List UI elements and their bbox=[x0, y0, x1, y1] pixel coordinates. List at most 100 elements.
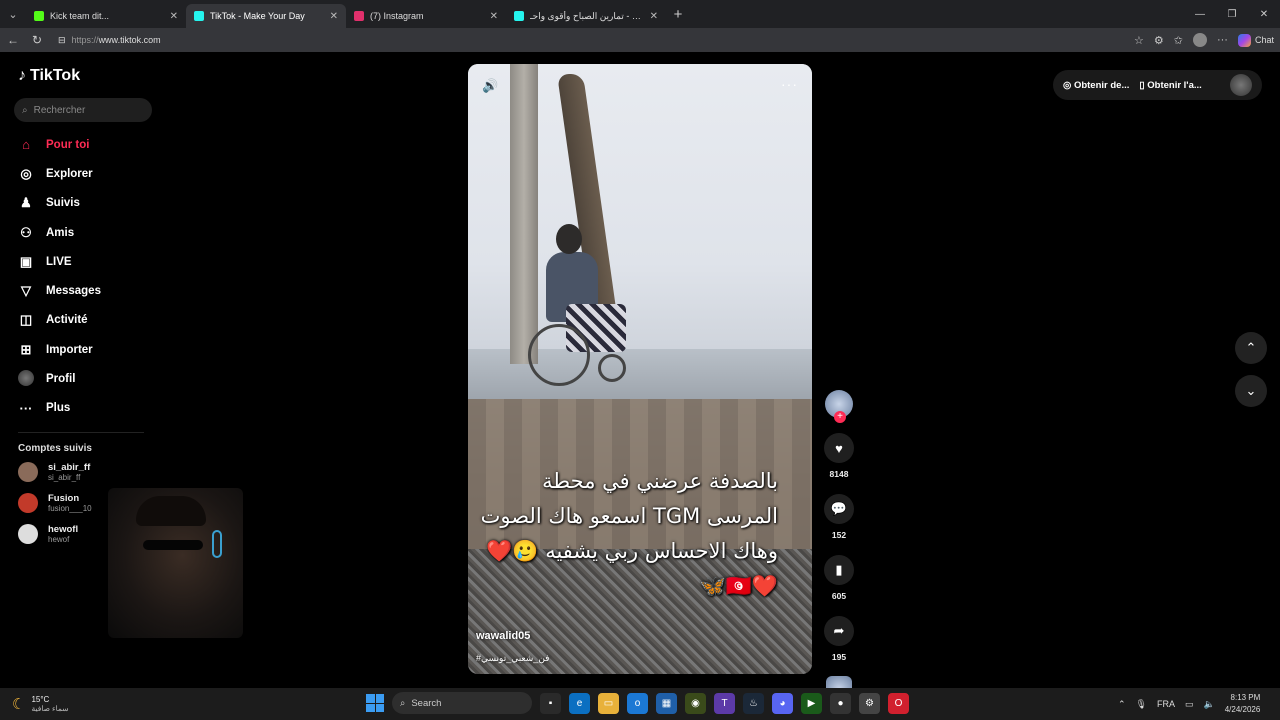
tray-overflow-icon[interactable]: ⌃ bbox=[1118, 699, 1126, 710]
favorites-icon[interactable]: ✩ bbox=[1174, 34, 1183, 47]
comment-icon[interactable]: 💬 bbox=[824, 494, 854, 524]
previous-video-button[interactable]: ⌃ bbox=[1235, 332, 1267, 364]
volume-icon[interactable]: 🔈 bbox=[1204, 699, 1215, 710]
extensions-icon[interactable]: ⚙ bbox=[1154, 34, 1164, 47]
comment-action[interactable]: 💬 152 bbox=[822, 494, 856, 540]
input-language[interactable]: FRA bbox=[1157, 699, 1175, 709]
nav-label: Importer bbox=[46, 343, 93, 356]
nav-item-live[interactable]: ▣ LIVE bbox=[18, 247, 101, 276]
back-icon[interactable]: ← bbox=[6, 33, 20, 47]
tab-close-icon[interactable]: ✕ bbox=[650, 11, 658, 22]
home-icon: ⌂ bbox=[22, 137, 30, 153]
task-view-icon[interactable]: ▪ bbox=[540, 692, 561, 714]
start-icon[interactable] bbox=[366, 694, 384, 712]
follow-plus-icon[interactable]: + bbox=[834, 411, 846, 423]
followed-account[interactable]: si_abir_ff si_abir_ff bbox=[18, 462, 90, 482]
share-icon[interactable]: ➦ bbox=[824, 616, 854, 646]
sidebar-divider bbox=[18, 432, 144, 433]
browser-tab[interactable]: Kick team dit... ✕ bbox=[26, 4, 186, 28]
nav-item-activit[interactable]: ◫ Activité bbox=[18, 306, 101, 335]
nav-item-amis[interactable]: ⚇ Amis bbox=[18, 218, 101, 247]
nav-item-importer[interactable]: ⊞ Importer bbox=[18, 335, 101, 364]
tiktok-note-icon: ♪ bbox=[18, 67, 26, 84]
browser-tab[interactable]: باشا البلد - تمارين الصباح وأقوى واحـ ✕ bbox=[506, 4, 666, 28]
account-avatar bbox=[18, 524, 38, 544]
video-player[interactable]: 🔊 ··· بالصدفة عرضني في محطة المرسى TGM ا… bbox=[468, 64, 812, 674]
creator-avatar[interactable]: + bbox=[825, 390, 853, 423]
discord-icon[interactable]: ◕ bbox=[772, 692, 793, 714]
xbox-icon[interactable]: ◉ bbox=[685, 692, 706, 714]
user-follow-icon: ♟ bbox=[20, 195, 32, 211]
clock[interactable]: 8:13 PM 4/24/2026 bbox=[1225, 692, 1261, 716]
copilot-chat-button[interactable]: Chat bbox=[1237, 33, 1274, 47]
next-video-button[interactable]: ⌄ bbox=[1235, 375, 1267, 407]
restore-icon[interactable]: ❐ bbox=[1216, 0, 1248, 28]
browser-tab[interactable]: (7) Instagram ✕ bbox=[346, 4, 506, 28]
save-action[interactable]: ▮ 605 bbox=[822, 555, 856, 601]
followed-account[interactable]: hewofl hewof bbox=[18, 524, 78, 544]
user-avatar[interactable] bbox=[1230, 74, 1252, 96]
weather-widget[interactable]: ☾ 15°C سماء صافية bbox=[12, 695, 69, 713]
logo-text: TikTok bbox=[30, 67, 81, 84]
video-actions: + ♥ 8148 💬 152 ▮ 605 ➦ 195 bbox=[822, 390, 856, 702]
tab-close-icon[interactable]: ✕ bbox=[490, 11, 498, 22]
video-hashtag[interactable]: #فن_شعبي_تونسي bbox=[476, 653, 549, 664]
favorite-star-icon[interactable]: ☆ bbox=[1134, 34, 1144, 47]
tab-close-icon[interactable]: ✕ bbox=[330, 11, 338, 22]
live-icon: ▣ bbox=[19, 253, 33, 269]
tab-title: Kick team dit... bbox=[50, 11, 110, 21]
minimize-icon[interactable]: — bbox=[1184, 0, 1216, 28]
bookmark-icon[interactable]: ▮ bbox=[824, 555, 854, 585]
get-app-button[interactable]: ▯ Obtenir l'a... bbox=[1139, 80, 1201, 91]
store-icon[interactable]: ▦ bbox=[656, 692, 677, 714]
edge-icon[interactable]: e bbox=[569, 692, 590, 714]
heart-icon[interactable]: ♥ bbox=[824, 433, 854, 463]
webcam-glasses bbox=[143, 540, 203, 550]
settings-icon[interactable]: ⚙ bbox=[859, 692, 880, 714]
video-more-icon[interactable]: ··· bbox=[781, 76, 798, 92]
get-coins-button[interactable]: ◎ Obtenir de... bbox=[1063, 80, 1129, 91]
steam-icon[interactable]: ♨ bbox=[743, 692, 764, 714]
nav-item-messages[interactable]: ▽ Messages bbox=[18, 276, 101, 305]
browser-menu-icon[interactable]: ··· bbox=[1217, 34, 1228, 46]
nav-item-suivis[interactable]: ♟ Suivis bbox=[18, 189, 101, 218]
obs-icon[interactable]: ● bbox=[830, 692, 851, 714]
url-field[interactable]: ⊟ https://www.tiktok.com bbox=[54, 31, 1124, 49]
browser-profile-avatar[interactable] bbox=[1192, 33, 1207, 47]
video-person bbox=[528, 224, 638, 394]
nav-item-profil[interactable]: Profil bbox=[18, 364, 101, 393]
nav-item-pourtoi[interactable]: ⌂ Pour toi bbox=[18, 130, 101, 159]
tab-actions-menu[interactable]: ⌄ bbox=[0, 0, 26, 28]
search-input[interactable]: ⌕ Rechercher bbox=[14, 98, 152, 122]
account-name: hewofl bbox=[48, 524, 79, 535]
like-action[interactable]: ♥ 8148 bbox=[822, 433, 856, 479]
microphone-icon[interactable]: 🎙 bbox=[1136, 699, 1147, 710]
share-action[interactable]: ➦ 195 bbox=[822, 616, 856, 662]
tab-close-icon[interactable]: ✕ bbox=[170, 11, 178, 22]
volume-icon[interactable]: 🔊 bbox=[482, 78, 498, 94]
nvidia-icon[interactable]: ▶ bbox=[801, 692, 822, 714]
comment-count: 152 bbox=[831, 530, 847, 540]
weather-description: سماء صافية bbox=[31, 704, 69, 713]
close-window-icon[interactable]: ✕ bbox=[1248, 0, 1280, 28]
address-bar: ← ↻ ⊟ https://www.tiktok.com ☆ ⚙ ✩ ··· C… bbox=[0, 28, 1280, 52]
new-tab-button[interactable]: + bbox=[666, 6, 690, 23]
tiktok-logo[interactable]: ♪ TikTok bbox=[18, 67, 80, 85]
clock-time: 8:13 PM bbox=[1230, 693, 1261, 702]
search-icon: ⌕ bbox=[22, 104, 28, 116]
site-info-icon[interactable]: ⊟ bbox=[58, 35, 66, 46]
tab-favicon-icon bbox=[194, 11, 204, 21]
browser-tab[interactable]: TikTok - Make Your Day ✕ bbox=[186, 4, 346, 28]
nav-item-explorer[interactable]: ◎ Explorer bbox=[18, 159, 101, 188]
refresh-icon[interactable]: ↻ bbox=[30, 33, 44, 47]
opera-icon[interactable]: O bbox=[888, 692, 909, 714]
taskbar-search[interactable]: ⌕ Search bbox=[392, 692, 532, 714]
video-username[interactable]: wawalid05 bbox=[476, 630, 530, 642]
nav-label: LIVE bbox=[46, 255, 72, 268]
teams-icon[interactable]: T bbox=[714, 692, 735, 714]
followed-account[interactable]: Fusion fusion___10 bbox=[18, 493, 92, 513]
outlook-icon[interactable]: o bbox=[627, 692, 648, 714]
network-icon[interactable]: ▭ bbox=[1185, 699, 1194, 710]
nav-item-plus[interactable]: ··· Plus bbox=[18, 394, 101, 423]
file-explorer-icon[interactable]: ▭ bbox=[598, 692, 619, 714]
